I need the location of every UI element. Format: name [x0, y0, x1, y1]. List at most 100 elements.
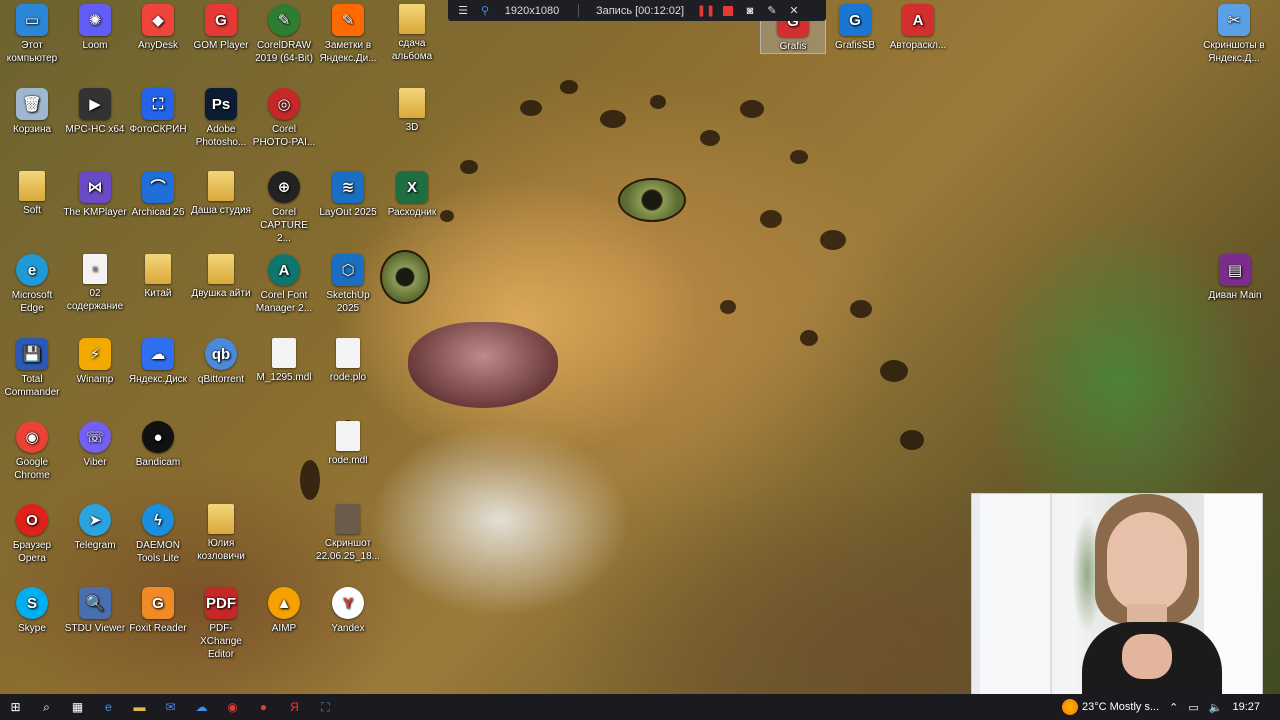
menu-icon[interactable]: ☰ — [448, 0, 478, 21]
desktop-icon-recycle-bin[interactable]: 🗑 Корзина — [0, 88, 64, 136]
desktop-icon-telegram[interactable]: ➤ Telegram — [63, 504, 127, 552]
folder-icon — [399, 4, 425, 34]
desktop-icon-label: Winamp — [76, 374, 114, 385]
grafissb-icon: G — [839, 4, 871, 36]
layout-icon: ≋ — [332, 171, 364, 203]
desktop-icon-yandex-browser[interactable]: Y Yandex — [316, 587, 380, 635]
desktop-icon-label: Юлия козловичи — [197, 538, 245, 562]
fotoskrin-taskbar-button[interactable]: ⛶ — [310, 694, 341, 720]
pause-icon[interactable]: ❚❚ — [695, 0, 717, 21]
desktop-icon-grafissb[interactable]: G GrafisSB — [823, 4, 887, 52]
desktop-icon-foxit-reader[interactable]: G Foxit Reader — [126, 587, 190, 635]
desktop-icon-corel-capture[interactable]: ⊕ Corel CAPTURE 2... — [252, 171, 316, 245]
clock[interactable]: 19:27 — [1232, 701, 1260, 713]
close-icon[interactable]: ✕ — [783, 0, 805, 21]
desktop-icon-label: CorelDRAW 2019 (64-Bit) — [255, 40, 313, 64]
recording-status: Запись [00:12:02] — [595, 4, 685, 17]
desktop-icon-winamp[interactable]: ⚡ Winamp — [63, 338, 127, 386]
desktop-icon-folder[interactable]: Soft — [0, 171, 64, 217]
yandex-browser-icon: Y — [332, 587, 364, 619]
search-button[interactable]: ⌕ — [31, 694, 62, 720]
desktop-icon-notes[interactable]: ✎ Заметки в Яндекс.Ди... — [316, 4, 380, 65]
task-view-icon: ▦ — [71, 700, 84, 714]
desktop-icon-file[interactable]: rode.plo — [316, 338, 380, 384]
explorer-taskbar-button[interactable]: ▬ — [124, 694, 155, 720]
desktop-icon-total-commander[interactable]: 💾 Total Commander — [0, 338, 64, 399]
desktop-icon-label: SketchUp 2025 — [326, 290, 370, 314]
desktop-icon-monitor[interactable]: ▭ Этот компьютер — [0, 4, 64, 65]
start-button[interactable]: ⊞ — [0, 694, 31, 720]
mail-icon: ✉ — [165, 700, 176, 714]
corel-font-manager-icon: A — [268, 254, 300, 286]
desktop-icon-avtoraskladka[interactable]: A Автораскл... — [886, 4, 950, 52]
notes-icon: ✎ — [332, 4, 364, 36]
desktop-icon-coreldraw[interactable]: ✎ CorelDRAW 2019 (64-Bit) — [252, 4, 316, 65]
record-taskbar-button[interactable]: ● — [248, 694, 279, 720]
gom-player-icon: G — [205, 4, 237, 36]
document-icon: ≡ — [83, 254, 107, 284]
desktop-icon-folder[interactable]: сдача альбома — [380, 4, 444, 63]
mail-taskbar-button[interactable]: ✉ — [155, 694, 186, 720]
desktop-icon-yandex-disk[interactable]: ☁ Яндекс.Диск — [126, 338, 190, 386]
desktop-icon-loom[interactable]: ✺ Loom — [63, 4, 127, 52]
desktop-icon-layout[interactable]: ≋ LayOut 2025 — [316, 171, 380, 219]
network-icon[interactable]: ▭ — [1188, 701, 1198, 714]
yandex-taskbar-button[interactable]: Я — [279, 694, 310, 720]
desktop-icon-aimp[interactable]: ▲ AIMP — [252, 587, 316, 635]
desktop-icon-stdu-viewer[interactable]: 🔍 STDU Viewer — [63, 587, 127, 635]
desktop-icon-folder[interactable]: Двушка айти — [189, 254, 253, 300]
desktop-icon-skype[interactable]: S Skype — [0, 587, 64, 635]
webcam-background-door — [980, 494, 1052, 711]
desktop-icon-corel-font-manager[interactable]: A Corel Font Manager 2... — [252, 254, 316, 315]
desktop-icon-fotoskrin[interactable]: ⛶ ФотоСКРИН — [126, 88, 190, 136]
camera-icon[interactable]: ◙ — [739, 0, 761, 21]
desktop-icon-folder[interactable]: Юлия козловичи — [189, 504, 253, 563]
desktop-icon-winrar[interactable]: ▤ Диван Main — [1203, 254, 1267, 302]
desktop-icon-label: 3D — [405, 122, 419, 133]
desktop-icon-anydesk[interactable]: ◆ AnyDesk — [126, 4, 190, 52]
desktop-icon-excel[interactable]: X Расходник — [380, 171, 444, 219]
desktop-icon-file[interactable]: M_1295.mdl — [252, 338, 316, 384]
corel-capture-icon: ⊕ — [268, 171, 300, 203]
desktop-icon-label: Total Commander — [4, 374, 60, 398]
edge-taskbar-button[interactable]: e — [93, 694, 124, 720]
desktop-icon-viber[interactable]: ☏ Viber — [63, 421, 127, 469]
desktop-icon-label: Автораскл... — [889, 40, 947, 51]
desktop-icon-folder[interactable]: Китай — [126, 254, 190, 300]
desktop-icon-mpc-hc[interactable]: ▶ MPC-HC x64 — [63, 88, 127, 136]
pin-icon[interactable]: ⚲ — [478, 0, 492, 21]
desktop-icon-file[interactable]: rode.mdl — [316, 421, 380, 467]
yandex-disk-taskbar-button[interactable]: ☁ — [186, 694, 217, 720]
avtoraskladka-icon: A — [902, 4, 934, 36]
pdf-xchange-icon: PDF — [205, 587, 237, 619]
tray-arrow-icon[interactable]: ⌃ — [1169, 701, 1178, 714]
desktop-icon-edge[interactable]: e Microsoft Edge — [0, 254, 64, 315]
search-icon: ⌕ — [43, 699, 50, 714]
desktop-icon-daemon-tools[interactable]: ϟ DAEMON Tools Lite — [126, 504, 190, 565]
volume-icon[interactable]: 🔈 — [1209, 701, 1223, 714]
folder-icon — [208, 254, 234, 284]
stop-icon[interactable] — [717, 0, 739, 21]
desktop-icon-bandicam[interactable]: ● Bandicam — [126, 421, 190, 469]
desktop-icon-folder[interactable]: Даша студия — [189, 171, 253, 217]
daemon-tools-icon: ϟ — [142, 504, 174, 536]
desktop-icon-pdf-xchange[interactable]: PDF PDF-XChange Editor — [189, 587, 253, 661]
desktop-icon-archicad[interactable]: ⌒ Archicad 26 — [126, 171, 190, 219]
desktop-icon-document[interactable]: ≡ 02 содержание — [63, 254, 127, 313]
desktop-icon-qbittorrent[interactable]: qb qBittorrent — [189, 338, 253, 386]
desktop-icon-label: Telegram — [74, 540, 116, 551]
desktop-icon-screenshot-file[interactable]: Скриншот 22.06.25_18... — [316, 504, 380, 563]
desktop-icon-folder[interactable]: 3D — [380, 88, 444, 134]
desktop-icon-gom-player[interactable]: G GOM Player — [189, 4, 253, 52]
task-view-button[interactable]: ▦ — [62, 694, 93, 720]
desktop-icon-kmplayer[interactable]: ⋈ The KMPlayer — [63, 171, 127, 219]
pencil-icon[interactable]: ✎ — [761, 0, 783, 21]
desktop-icon-chrome[interactable]: ◉ Google Chrome — [0, 421, 64, 482]
desktop-icon-screenshots[interactable]: ✂ Скриншоты в Яндекс.Д... — [1202, 4, 1266, 65]
bandicam-taskbar-button[interactable]: ◉ — [217, 694, 248, 720]
desktop-icon-photoshop[interactable]: Ps Adobe Photosho... — [189, 88, 253, 149]
weather-widget[interactable]: 23°C Mostly s... — [1062, 699, 1159, 715]
desktop-icon-opera[interactable]: O Браузер Opera — [0, 504, 64, 565]
desktop-icon-sketchup[interactable]: ⬡ SketchUp 2025 — [316, 254, 380, 315]
desktop-icon-corel-photo-paint[interactable]: ◎ Corel PHOTO-PAI... — [252, 88, 316, 149]
